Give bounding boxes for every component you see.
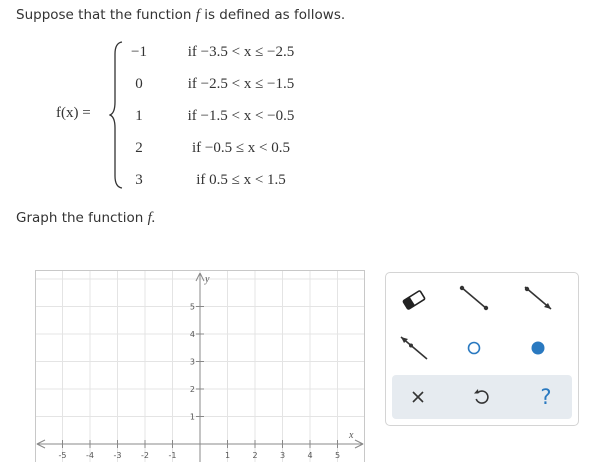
close-icon <box>412 391 424 403</box>
coordinate-grid[interactable]: -5 -4 -3 -2 -1 1 2 3 4 5 1 2 3 4 5 x y <box>35 270 365 462</box>
graph-function-name: f. <box>147 210 156 226</box>
piece-row: 2 if −0.5 ≤ x < 0.5 <box>56 140 386 162</box>
x-tick-label: 2 <box>252 451 257 460</box>
y-tick-label: 5 <box>190 303 195 312</box>
x-tick-label: -5 <box>59 451 67 460</box>
closed-circle-icon <box>531 341 545 355</box>
x-tick-label: 4 <box>307 451 312 460</box>
ray-icon <box>524 286 552 310</box>
function-name: f <box>195 7 200 23</box>
eraser-tool[interactable] <box>394 283 434 317</box>
y-tick-label: 2 <box>190 385 195 394</box>
piecewise-definition: f(x) = −1 if −3.5 < x ≤ −2.5 0 if −2.5 <… <box>56 38 386 194</box>
piece-condition: if −2.5 < x ≤ −1.5 <box>187 76 295 92</box>
piece-value: 1 <box>135 108 143 124</box>
x-tick-label: 1 <box>225 451 230 460</box>
graph-prompt-text: Graph the function <box>16 210 144 226</box>
x-tick-label: -2 <box>141 451 149 460</box>
y-tick-label: 1 <box>190 413 195 422</box>
piece-row: 3 if 0.5 ≤ x < 1.5 <box>56 172 386 194</box>
segment-tool[interactable] <box>454 281 494 315</box>
graph-area[interactable]: -5 -4 -3 -2 -1 1 2 3 4 5 1 2 3 4 5 x y <box>35 270 365 462</box>
x-axis-label: x <box>348 430 354 441</box>
piece-row: 0 if −2.5 < x ≤ −1.5 <box>56 76 386 98</box>
piece-value: 2 <box>135 140 143 156</box>
open-point-tool[interactable] <box>454 331 494 365</box>
y-tick-label: 4 <box>190 330 195 339</box>
piece-condition: if 0.5 ≤ x < 1.5 <box>196 172 286 188</box>
piece-condition: if −0.5 ≤ x < 0.5 <box>191 140 291 156</box>
piece-row: −1 if −3.5 < x ≤ −2.5 <box>56 44 386 66</box>
action-bar: ? <box>392 375 572 419</box>
undo-button[interactable] <box>462 379 502 415</box>
graph-prompt: Graph the function f. <box>16 210 156 227</box>
line-icon <box>400 336 428 360</box>
y-axis-label: y <box>204 274 210 285</box>
help-button[interactable]: ? <box>526 379 566 415</box>
graph-tool-panel: ? <box>385 272 579 426</box>
prompt-end-text: is defined as follows. <box>204 7 346 23</box>
x-tick-label: -3 <box>114 451 122 460</box>
x-tick-label: -4 <box>86 451 94 460</box>
open-circle-icon <box>467 341 481 355</box>
piece-value: 0 <box>135 76 143 92</box>
piece-value: 3 <box>135 172 143 188</box>
x-tick-label: 5 <box>335 451 340 460</box>
clear-button[interactable] <box>398 379 438 415</box>
piece-condition: if −1.5 < x < −0.5 <box>187 108 295 124</box>
piece-value: −1 <box>131 44 147 60</box>
undo-icon <box>474 389 489 404</box>
x-tick-label: -1 <box>169 451 177 460</box>
piece-condition: if −3.5 < x ≤ −2.5 <box>187 44 295 60</box>
y-tick-label: 3 <box>190 358 195 367</box>
line-tool[interactable] <box>394 331 434 365</box>
ray-tool[interactable] <box>518 281 558 315</box>
eraser-icon <box>402 290 426 310</box>
piece-row: 1 if −1.5 < x < −0.5 <box>56 108 386 130</box>
x-tick-label: 3 <box>280 451 285 460</box>
closed-point-tool[interactable] <box>518 331 558 365</box>
prompt-text: Suppose that the function <box>16 7 192 23</box>
question-prompt: Suppose that the function f is defined a… <box>16 7 345 24</box>
segment-icon <box>459 285 489 311</box>
